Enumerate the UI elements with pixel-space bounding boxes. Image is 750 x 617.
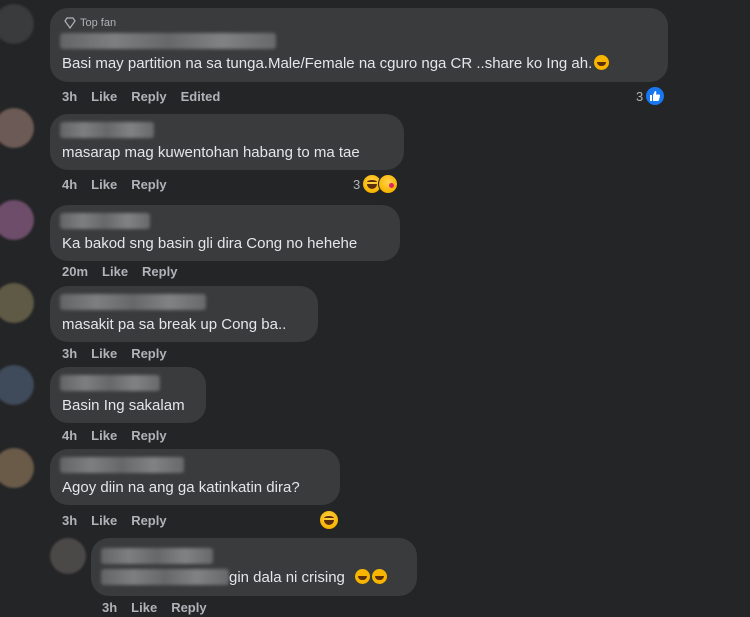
comment-time[interactable]: 3h (62, 89, 77, 104)
comment-actions: 20m Like Reply (62, 264, 191, 279)
like-button[interactable]: Like (91, 513, 117, 528)
comment-time[interactable]: 3h (62, 513, 77, 528)
comment-actions: 3h Like Reply (62, 513, 181, 528)
comment-actions: 4h Like Reply (62, 428, 181, 443)
reaction-summary[interactable]: 3 (353, 174, 399, 194)
like-button[interactable]: Like (91, 177, 117, 192)
badge-label: Top fan (80, 17, 117, 29)
like-button[interactable]: Like (91, 346, 117, 361)
commenter-name[interactable] (60, 457, 184, 473)
avatar[interactable] (0, 365, 34, 405)
comment-bubble: Agoy diin na ang ga katinkatin dira? (50, 449, 340, 505)
comment-time[interactable]: 4h (62, 428, 77, 443)
reply-button[interactable]: Reply (131, 513, 166, 528)
comment-text: Ka bakod sng basin gli dira Cong no hehe… (62, 235, 358, 252)
reply-button[interactable]: Reply (131, 428, 166, 443)
reaction-count: 3 (353, 176, 361, 192)
avatar[interactable] (50, 538, 86, 574)
commenter-name[interactable] (60, 122, 154, 138)
like-button[interactable]: Like (102, 264, 128, 279)
commenter-name[interactable] (60, 294, 206, 310)
tagged-name[interactable] (101, 569, 229, 585)
reaction-summary[interactable] (319, 510, 339, 530)
comment-text: masarap mag kuwentohan habang to ma tae (62, 144, 360, 161)
comment-actions: 3h Like Reply Edited (62, 89, 234, 104)
reply-button[interactable]: Reply (131, 89, 166, 104)
like-button[interactable]: Like (131, 600, 157, 615)
like-reaction-icon (646, 87, 665, 105)
rofl-emoji-icon (594, 55, 610, 70)
comment-text: Agoy diin na ang ga katinkatin dira? (62, 479, 300, 496)
reply-bubble: gin dala ni crising (91, 538, 417, 596)
laughing-emoji-icon (355, 569, 371, 584)
comment-bubble: Ka bakod sng basin gli dira Cong no hehe… (50, 205, 400, 261)
laughing-emoji-icon (372, 569, 388, 584)
avatar[interactable] (0, 108, 34, 148)
commenter-name[interactable] (60, 33, 276, 49)
reply-actions: 3h Like Reply (102, 600, 221, 615)
edited-label[interactable]: Edited (181, 89, 221, 104)
care-reaction-icon (378, 174, 399, 194)
reply-time[interactable]: 3h (102, 600, 117, 615)
comment-time[interactable]: 3h (62, 346, 77, 361)
haha-reaction-icon (319, 510, 339, 530)
avatar[interactable] (0, 448, 34, 488)
commenter-name[interactable] (60, 375, 160, 391)
reply-button[interactable]: Reply (131, 177, 166, 192)
reply-button[interactable]: Reply (171, 600, 206, 615)
like-button[interactable]: Like (91, 428, 117, 443)
commenter-name[interactable] (101, 548, 213, 564)
commenter-name[interactable] (60, 213, 150, 229)
comment-actions: 3h Like Reply (62, 346, 181, 361)
reply-text: gin dala ni crising (229, 569, 388, 586)
diamond-icon (64, 17, 76, 29)
avatar[interactable] (0, 283, 34, 323)
comment-text: Basin Ing sakalam (62, 397, 185, 414)
comment-actions: 4h Like Reply (62, 177, 181, 192)
avatar[interactable] (0, 200, 34, 240)
avatar[interactable] (0, 4, 34, 44)
comment-bubble: masarap mag kuwentohan habang to ma tae (50, 114, 404, 170)
reply-button[interactable]: Reply (142, 264, 177, 279)
comment-text: masakit pa sa break up Cong ba.. (62, 316, 287, 333)
top-fan-badge: Top fan (64, 17, 116, 29)
comment-text: Basi may partition na sa tunga.Male/Fema… (62, 55, 610, 72)
like-button[interactable]: Like (91, 89, 117, 104)
comment-time[interactable]: 20m (62, 264, 88, 279)
reply-button[interactable]: Reply (131, 346, 166, 361)
comment-bubble: Basin Ing sakalam (50, 367, 206, 423)
comment-time[interactable]: 4h (62, 177, 77, 192)
reaction-count: 3 (636, 88, 644, 104)
comment-bubble: masakit pa sa break up Cong ba.. (50, 286, 318, 342)
comment-bubble: Top fan Basi may partition na sa tunga.M… (50, 8, 668, 82)
reaction-summary[interactable]: 3 (636, 87, 665, 105)
